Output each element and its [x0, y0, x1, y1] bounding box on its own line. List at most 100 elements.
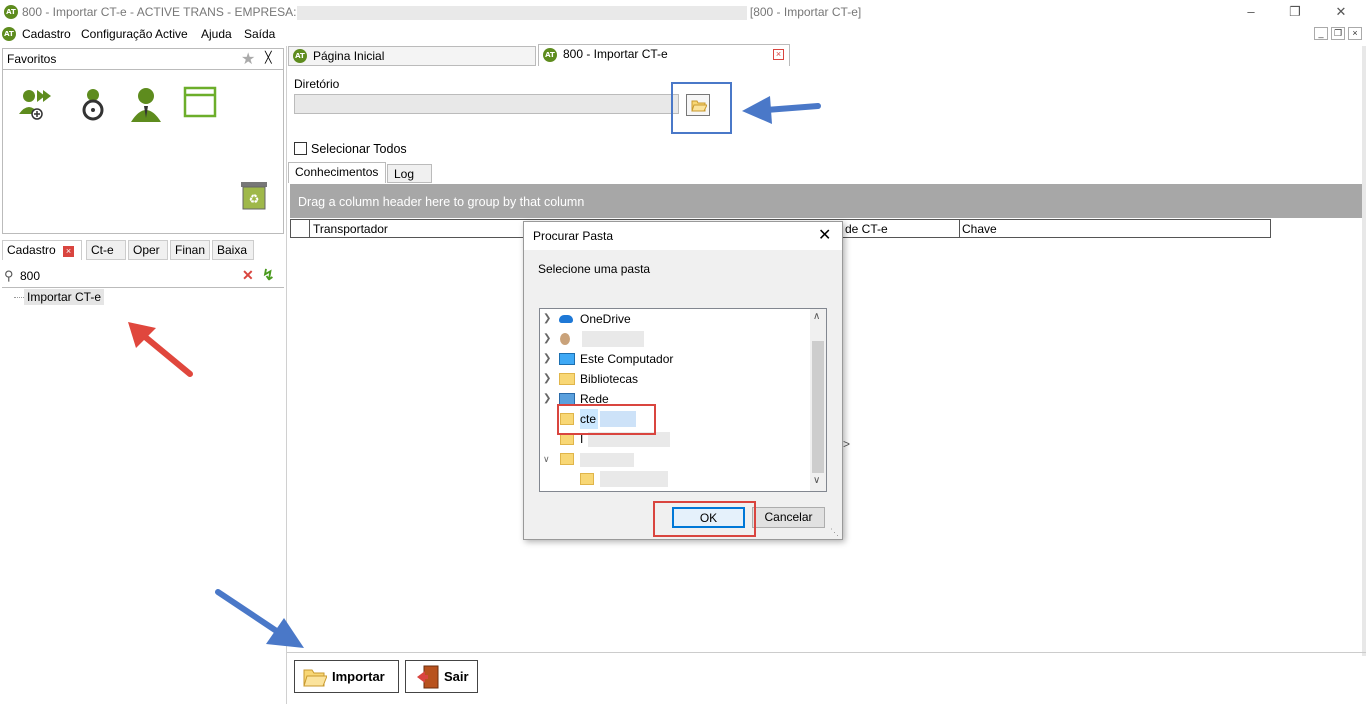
- cancel-button[interactable]: Cancelar: [752, 507, 825, 528]
- close-tab-icon-2[interactable]: ×: [773, 49, 784, 60]
- tree-scrollbar[interactable]: ∧ ∨: [810, 309, 826, 491]
- tab-importar-cte-label: 800 - Importar CT-e: [563, 47, 668, 61]
- blue-arrow-annotation-2: [215, 589, 304, 648]
- grid-indicator-col: [309, 220, 310, 237]
- pin-icon[interactable]: ╳: [265, 51, 272, 64]
- computer-icon: [559, 353, 575, 365]
- highlight-box-blue: [671, 82, 732, 134]
- chevron-right-icon[interactable]: ❯: [543, 309, 553, 329]
- tree-label-onedrive: OneDrive: [580, 312, 631, 326]
- folder-icon: [580, 473, 594, 485]
- tab-conhecimentos[interactable]: Conhecimentos: [288, 162, 386, 183]
- mdi-close-button[interactable]: ×: [1348, 27, 1362, 40]
- tab-pagina-inicial-label: Página Inicial: [313, 49, 385, 63]
- search-row: ⚲ 800 ✕ ↯: [2, 266, 284, 288]
- tab-pagina-inicial[interactable]: AT Página Inicial: [288, 46, 536, 66]
- browse-folder-dialog: Procurar Pasta ✕ Selecione uma pasta ❯ O…: [523, 221, 843, 540]
- chevron-down-icon[interactable]: ∨: [543, 449, 553, 469]
- user-folder-icon: [560, 333, 570, 345]
- tab-cadastro-label: Cadastro: [7, 243, 56, 257]
- exit-button-label: Sair: [444, 669, 469, 684]
- tree-line: [14, 297, 24, 298]
- tree-node-onedrive[interactable]: ❯ OneDrive: [540, 309, 810, 329]
- restore-button[interactable]: ❐: [1280, 2, 1310, 22]
- clear-search-icon[interactable]: ✕: [242, 267, 254, 284]
- dialog-prompt: Selecione uma pasta: [538, 262, 651, 276]
- close-tab-icon[interactable]: ×: [63, 246, 75, 257]
- folder-icon: [560, 453, 574, 465]
- tree-node-este-computador[interactable]: ❯ Este Computador: [540, 349, 810, 369]
- menu-bar: AT Cadastro Configuração Active Ajuda Sa…: [0, 24, 1366, 44]
- redacted-folder-3: [580, 453, 634, 467]
- tab-importar-cte[interactable]: AT 800 - Importar CT-e ×: [538, 44, 790, 66]
- highlight-box-cte: [557, 404, 656, 435]
- search-icon: ⚲: [4, 268, 14, 283]
- col-chave[interactable]: Chave: [962, 222, 997, 236]
- tree-label-computador: Este Computador: [580, 352, 674, 366]
- right-border: [1362, 46, 1366, 656]
- search-input[interactable]: 800: [20, 269, 40, 283]
- directory-label: Diretório: [294, 77, 340, 91]
- favorites-body: ♻: [2, 70, 284, 234]
- tree-node-folder-3[interactable]: ∨: [540, 449, 810, 469]
- tree-item-importar-cte[interactable]: Importar CT-e: [24, 289, 105, 305]
- star-icon[interactable]: ★: [241, 49, 255, 69]
- resize-grip-icon[interactable]: ⋱: [830, 527, 839, 538]
- menu-cadastro[interactable]: Cadastro: [22, 27, 71, 41]
- highlight-box-ok: [653, 501, 756, 537]
- library-icon: [559, 373, 575, 385]
- scroll-thumb[interactable]: [812, 341, 824, 473]
- red-arrow-annotation: [128, 322, 193, 377]
- window-title-text: 800 - Importar CT-e - ACTIVE TRANS - EMP…: [22, 5, 297, 19]
- menu-ajuda[interactable]: Ajuda: [201, 27, 232, 41]
- redacted-user: [582, 331, 644, 347]
- tab-finan[interactable]: Finan: [170, 240, 210, 260]
- folder-tree[interactable]: ❯ OneDrive ❯ ❯ Este Computador ❯ Bibliot…: [539, 308, 827, 492]
- tree-node-folder-4[interactable]: [540, 469, 810, 489]
- tree-node-bibliotecas[interactable]: ❯ Bibliotecas: [540, 369, 810, 389]
- svg-text:♻: ♻: [249, 192, 260, 206]
- minimize-button[interactable]: –: [1236, 2, 1266, 22]
- redacted-folder-4: [600, 471, 668, 487]
- tab-oper[interactable]: Oper: [128, 240, 168, 260]
- dialog-title-bar: Procurar Pasta ✕: [524, 222, 842, 250]
- mdi-restore-button[interactable]: ❐: [1331, 27, 1345, 40]
- grid-partial-text: >: [843, 437, 851, 451]
- recycle-bin-icon[interactable]: ♻: [237, 178, 271, 212]
- tab-baixa[interactable]: Baixa: [212, 240, 254, 260]
- directory-input[interactable]: [294, 94, 679, 114]
- tab-logo-icon: AT: [293, 49, 307, 63]
- tab-log[interactable]: Log: [387, 164, 432, 183]
- chevron-right-icon[interactable]: ❯: [543, 369, 553, 389]
- tab-cte[interactable]: Ct-e: [86, 240, 126, 260]
- add-user-icon[interactable]: [17, 86, 53, 122]
- scroll-down-icon[interactable]: ∨: [813, 475, 820, 486]
- tree-node-user[interactable]: ❯: [540, 329, 810, 349]
- exit-button[interactable]: Sair: [405, 660, 478, 693]
- col-numero-cte[interactable]: de CT-e: [845, 222, 888, 236]
- chevron-right-icon[interactable]: ❯: [543, 349, 553, 369]
- tab-cadastro[interactable]: Cadastro ×: [2, 240, 82, 260]
- window-title: 800 - Importar CT-e - ACTIVE TRANS - EMP…: [22, 5, 861, 20]
- user-icon[interactable]: [129, 86, 163, 122]
- bottom-divider: [287, 652, 1366, 653]
- exit-door-icon: [417, 665, 439, 689]
- select-all-checkbox[interactable]: [294, 142, 307, 155]
- col-transportador[interactable]: Transportador: [313, 222, 388, 236]
- scroll-up-icon[interactable]: ∧: [813, 311, 820, 322]
- mdi-minimize-button[interactable]: _: [1314, 27, 1328, 40]
- dialog-close-icon[interactable]: ✕: [818, 225, 831, 245]
- close-window-button[interactable]: ✕: [1326, 2, 1356, 22]
- menu-configuracao[interactable]: Configuração Active: [81, 27, 188, 41]
- window-icon[interactable]: [183, 86, 217, 120]
- import-folder-icon: [303, 669, 327, 687]
- chevron-right-icon[interactable]: ❯: [543, 389, 553, 409]
- chevron-right-icon[interactable]: ❯: [543, 329, 553, 349]
- col-divider: [959, 220, 960, 237]
- go-arrow-icon[interactable]: ↯: [262, 266, 275, 284]
- driver-icon[interactable]: [77, 86, 109, 122]
- select-all-label: Selecionar Todos: [311, 142, 407, 156]
- title-bar: AT 800 - Importar CT-e - ACTIVE TRANS - …: [0, 0, 1366, 24]
- import-button[interactable]: Importar: [294, 660, 399, 693]
- menu-saida[interactable]: Saída: [244, 27, 275, 41]
